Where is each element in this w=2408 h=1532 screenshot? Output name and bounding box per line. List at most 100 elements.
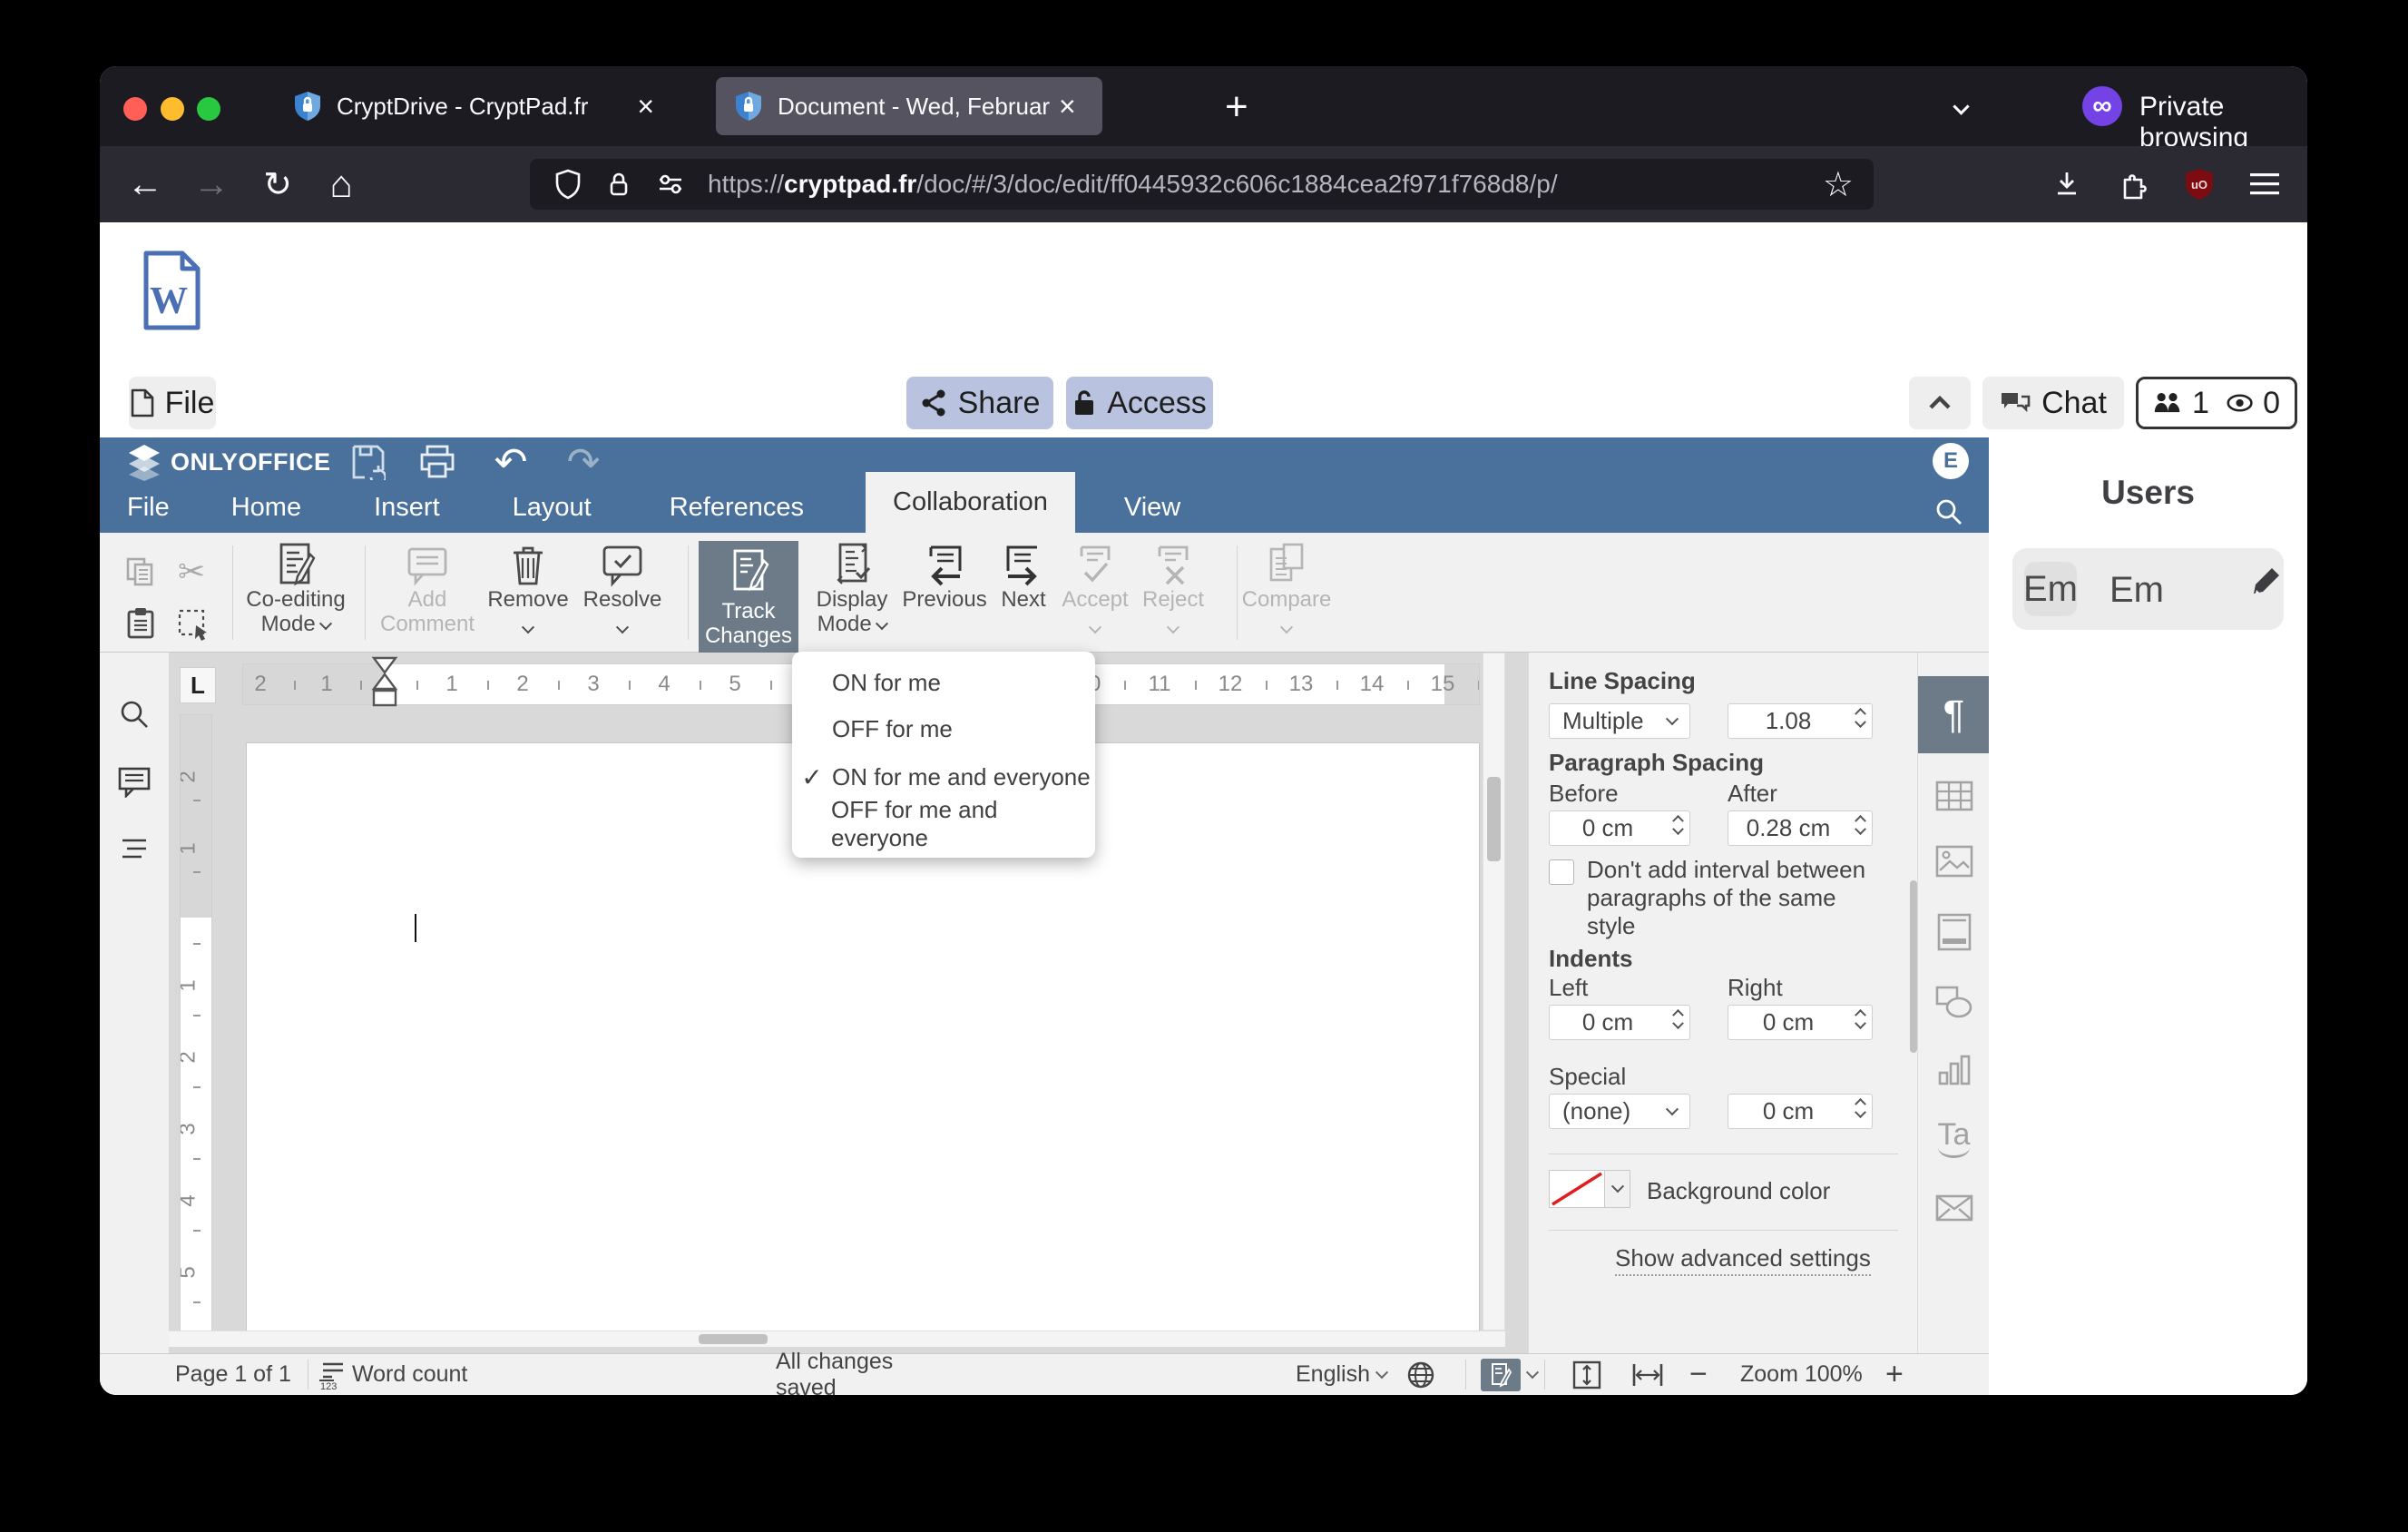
- edit-user-name-pencil-icon[interactable]: [2250, 565, 2283, 597]
- share-button[interactable]: Share: [906, 377, 1053, 429]
- reload-button[interactable]: ↻: [252, 146, 303, 222]
- new-tab-button[interactable]: +: [1225, 84, 1248, 130]
- zoom-window-button[interactable]: [197, 97, 220, 121]
- find-icon[interactable]: [100, 690, 169, 739]
- background-color-swatch[interactable]: [1549, 1170, 1605, 1208]
- home-button[interactable]: ⌂: [316, 146, 367, 222]
- print-icon[interactable]: [415, 441, 460, 483]
- presence-counts[interactable]: 1 0: [2136, 377, 2297, 429]
- lock-icon[interactable]: [604, 169, 633, 200]
- fit-page-button[interactable]: [1571, 1354, 1602, 1395]
- background-color-dropdown[interactable]: [1605, 1170, 1630, 1208]
- interval-checkbox[interactable]: [1549, 859, 1574, 885]
- forward-button[interactable]: →: [186, 146, 237, 222]
- tab-stop-selector[interactable]: L: [180, 667, 216, 703]
- vscroll-thumb[interactable]: [1487, 777, 1501, 861]
- tab-document-active[interactable]: Document - Wed, February 5, 2 ×: [716, 77, 1102, 135]
- reject-button[interactable]: Reject: [1134, 536, 1212, 640]
- downloads-icon[interactable]: [2041, 146, 2092, 222]
- spinner-arrows[interactable]: [1855, 1097, 1866, 1119]
- accept-button[interactable]: Accept: [1056, 536, 1134, 640]
- ublock-origin-icon[interactable]: uO: [2174, 146, 2225, 222]
- tab-file[interactable]: File: [100, 482, 170, 533]
- special-amount-spinner[interactable]: 0 cm: [1728, 1094, 1873, 1129]
- line-spacing-amount-spinner[interactable]: 1.08: [1728, 703, 1873, 739]
- tab-cryptdrive[interactable]: CryptDrive - CryptPad.fr ×: [277, 77, 694, 135]
- tab-insert[interactable]: Insert: [301, 482, 440, 533]
- cut-scissors-icon[interactable]: ✂: [178, 553, 205, 591]
- advanced-settings-link[interactable]: Show advanced settings: [1615, 1244, 1871, 1276]
- interval-checkbox-label[interactable]: Don't add interval between paragraphs of…: [1587, 856, 1879, 940]
- comments-panel-icon[interactable]: [100, 758, 169, 807]
- zoom-in-button[interactable]: +: [1885, 1354, 1904, 1395]
- spacing-before-spinner[interactable]: 0 cm: [1549, 810, 1690, 846]
- access-button[interactable]: Access: [1066, 377, 1213, 429]
- spinner-arrows[interactable]: [1672, 814, 1684, 836]
- tab-home[interactable]: Home: [170, 482, 301, 533]
- chart-settings-icon[interactable]: [1918, 1043, 1989, 1097]
- text-art-settings-icon[interactable]: Ta: [1918, 1110, 1989, 1164]
- save-icon[interactable]: [346, 441, 391, 483]
- menu-item-on-for-everyone[interactable]: ✓ ON for me and everyone: [792, 757, 1095, 797]
- shape-settings-icon[interactable]: [1918, 976, 1989, 1030]
- tab-layout[interactable]: Layout: [440, 482, 592, 533]
- spinner-arrows[interactable]: [1855, 1008, 1866, 1030]
- redo-icon[interactable]: ↷: [561, 440, 606, 485]
- close-tab-icon[interactable]: ×: [1050, 90, 1085, 123]
- vertical-ruler[interactable]: 21123456: [180, 714, 212, 1332]
- collapse-toolbar-button[interactable]: [1909, 377, 1971, 429]
- menu-item-off-for-me[interactable]: OFF for me: [792, 709, 1095, 749]
- list-tabs-chevron-icon[interactable]: [1953, 98, 1970, 117]
- spinner-arrows[interactable]: [1855, 707, 1866, 729]
- minimize-window-button[interactable]: [161, 97, 184, 121]
- horizontal-scrollbar[interactable]: [169, 1331, 1505, 1347]
- indent-marker[interactable]: [371, 656, 398, 712]
- word-count-button[interactable]: 123 Word count: [318, 1354, 467, 1395]
- paste-icon[interactable]: [125, 607, 156, 640]
- back-button[interactable]: ←: [120, 146, 171, 222]
- next-change-button[interactable]: Next: [991, 536, 1056, 612]
- menu-item-on-for-me[interactable]: ON for me: [792, 663, 1095, 702]
- permissions-icon[interactable]: [655, 169, 686, 200]
- track-changes-button[interactable]: Track Changes: [699, 541, 798, 672]
- track-changes-toggle[interactable]: [1481, 1354, 1540, 1395]
- add-comment-button[interactable]: Add Comment: [370, 536, 485, 636]
- sidebar-scroll-thumb[interactable]: [1910, 880, 1917, 1053]
- zoom-level[interactable]: Zoom 100%: [1740, 1354, 1863, 1395]
- tab-collaboration[interactable]: Collaboration: [866, 472, 1075, 533]
- language-selector[interactable]: English: [1296, 1354, 1389, 1395]
- remove-button[interactable]: Remove: [485, 536, 572, 640]
- spinner-arrows[interactable]: [1672, 1008, 1684, 1030]
- hscroll-thumb[interactable]: [699, 1334, 768, 1344]
- navigation-headings-icon[interactable]: [100, 825, 169, 874]
- fit-width-button[interactable]: [1631, 1354, 1664, 1395]
- spellcheck-globe-icon[interactable]: [1406, 1354, 1435, 1395]
- line-spacing-select[interactable]: Multiple: [1549, 703, 1690, 739]
- mail-merge-settings-icon[interactable]: [1918, 1181, 1989, 1235]
- resolve-button[interactable]: Resolve: [577, 536, 668, 640]
- menu-hamburger-icon[interactable]: [2237, 146, 2292, 222]
- indent-right-spinner[interactable]: 0 cm: [1728, 1005, 1873, 1040]
- tab-view[interactable]: View: [1075, 482, 1180, 533]
- menu-item-off-for-everyone[interactable]: OFF for me and everyone: [792, 796, 1095, 851]
- url-text[interactable]: https://cryptpad.fr/doc/#/3/doc/edit/ff0…: [708, 170, 1823, 199]
- vertical-scrollbar[interactable]: [1483, 653, 1505, 1331]
- header-footer-settings-icon[interactable]: [1918, 905, 1989, 959]
- url-bar[interactable]: https://cryptpad.fr/doc/#/3/doc/edit/ff0…: [530, 159, 1874, 210]
- extensions-puzzle-icon[interactable]: [2108, 146, 2158, 222]
- zoom-out-button[interactable]: −: [1689, 1354, 1708, 1395]
- select-all-icon[interactable]: [178, 609, 212, 643]
- undo-icon[interactable]: ↶: [488, 440, 533, 485]
- copy-icon[interactable]: [125, 556, 156, 587]
- editor-user-avatar[interactable]: E: [1933, 443, 1969, 479]
- editor-search-icon[interactable]: [1934, 497, 1963, 526]
- compare-button[interactable]: Compare: [1241, 536, 1332, 640]
- indent-left-spinner[interactable]: 0 cm: [1549, 1005, 1690, 1040]
- close-window-button[interactable]: [123, 97, 147, 121]
- shield-icon[interactable]: [553, 169, 582, 200]
- image-settings-icon[interactable]: [1918, 834, 1989, 889]
- page-indicator[interactable]: Page 1 of 1: [175, 1354, 291, 1395]
- table-settings-icon[interactable]: [1918, 769, 1989, 823]
- special-select[interactable]: (none): [1549, 1094, 1690, 1129]
- spacing-after-spinner[interactable]: 0.28 cm: [1728, 810, 1873, 846]
